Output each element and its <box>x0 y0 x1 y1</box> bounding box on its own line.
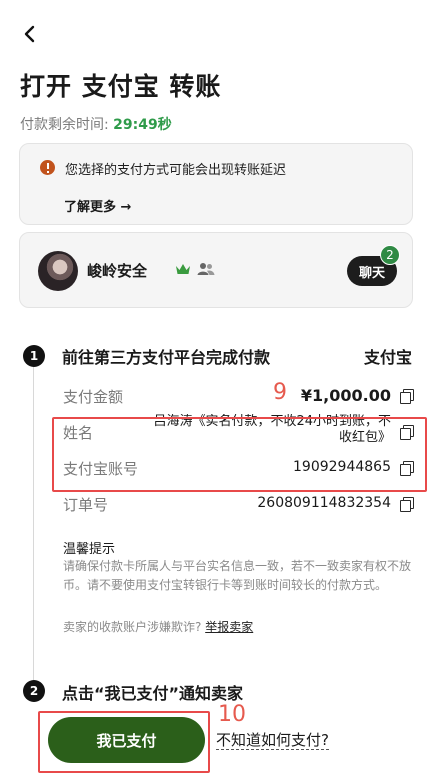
fraud-question: 卖家的收款账户涉嫌欺诈? <box>63 620 202 634</box>
annotation-label-10: 10 <box>218 702 246 727</box>
step-1-number: 1 <box>23 345 45 367</box>
payment-timer: 付款剩余时间: 29:49秒 <box>20 114 172 134</box>
warning-icon <box>40 160 55 175</box>
order-number-label: 订单号 <box>63 496 109 514</box>
unread-badge: 2 <box>380 245 400 265</box>
tips-title: 温馨提示 <box>63 542 116 557</box>
amount-label: 支付金额 <box>63 388 124 406</box>
delay-notice-text: 您选择的支付方式可能会出现转账延迟 <box>65 163 287 178</box>
crown-icon <box>176 264 190 274</box>
tips-body: 请确保付款卡所属人与平台实名信息一致，若不一致卖家有权不放币。请不要使用支付宝转… <box>63 559 412 592</box>
fraud-report-line: 卖家的收款账户涉嫌欺诈? 举报卖家 <box>63 618 253 635</box>
delay-notice-card: 您选择的支付方式可能会出现转账延迟 了解更多 → <box>19 143 413 225</box>
alipay-account-label: 支付宝账号 <box>63 460 139 478</box>
alipay-account-value: 19092944865 <box>293 459 391 475</box>
back-arrow-icon[interactable] <box>18 22 42 46</box>
step-connector-line <box>33 366 34 684</box>
payee-name-value: 吕海涛《实名付款，不收24小时到账，不收红包》 <box>153 414 391 445</box>
annotation-label-9: 9 <box>273 380 287 405</box>
copy-account-icon[interactable] <box>400 461 414 476</box>
payee-name-label: 姓名 <box>63 424 94 442</box>
i-have-paid-button[interactable]: 我已支付 <box>48 717 205 763</box>
seller-card: 峻岭安全 聊天 2 <box>19 232 413 308</box>
step-2-title: 点击“我已支付”通知卖家 <box>62 684 244 703</box>
amount-value: ¥1,000.00 <box>300 386 391 405</box>
learn-more-link[interactable]: 了解更多 → <box>64 196 131 215</box>
report-seller-link[interactable]: 举报卖家 <box>205 620 253 634</box>
copy-name-icon[interactable] <box>400 425 414 440</box>
page-title: 打开 支付宝 转账 <box>20 72 222 101</box>
step-1-title: 前往第三方支付平台完成付款 <box>62 348 271 367</box>
seller-avatar[interactable] <box>38 251 78 291</box>
timer-label: 付款剩余时间: <box>20 117 109 133</box>
seller-name[interactable]: 峻岭安全 <box>87 260 147 281</box>
how-to-pay-link[interactable]: 不知道如何支付? <box>216 731 329 750</box>
order-number-value: 260809114832354 <box>257 495 391 511</box>
users-icon <box>197 263 215 275</box>
copy-amount-icon[interactable] <box>400 389 414 404</box>
payment-method: 支付宝 <box>363 348 412 367</box>
timer-value: 29:49秒 <box>113 117 172 133</box>
copy-order-icon[interactable] <box>400 497 414 512</box>
step-2-number: 2 <box>23 680 45 702</box>
